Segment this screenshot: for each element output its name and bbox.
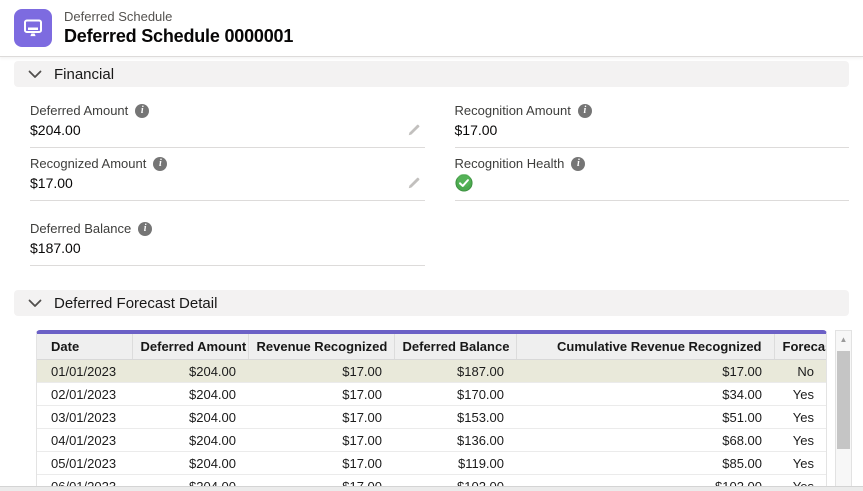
section-title: Financial bbox=[54, 66, 114, 83]
record-page: Deferred Schedule Deferred Schedule 0000… bbox=[0, 0, 863, 491]
chevron-down-icon bbox=[28, 299, 42, 308]
table-cell: $17.00 bbox=[248, 360, 394, 383]
table-cell: 04/01/2023 bbox=[37, 429, 132, 452]
field-value: $187.00 bbox=[30, 238, 81, 258]
field-label-row: Deferred Amount bbox=[30, 102, 425, 119]
deferred-schedule-object-icon bbox=[14, 9, 52, 47]
field-value-row: $187.00 bbox=[30, 237, 425, 259]
table-cell: $51.00 bbox=[516, 406, 774, 429]
table-cell: 03/01/2023 bbox=[37, 406, 132, 429]
info-icon[interactable] bbox=[138, 222, 152, 236]
page-title: Deferred Schedule 0000001 bbox=[64, 25, 293, 47]
section-header-deferred-forecast-detail[interactable]: Deferred Forecast Detail bbox=[14, 290, 849, 316]
field-label: Recognition Health bbox=[455, 155, 565, 172]
column-header[interactable]: Forecast? bbox=[774, 334, 826, 360]
record-header: Deferred Schedule Deferred Schedule 0000… bbox=[0, 0, 863, 57]
edit-pencil-icon[interactable] bbox=[403, 176, 425, 190]
table-cell: Yes bbox=[774, 429, 826, 452]
field-label: Recognition Amount bbox=[455, 102, 571, 119]
table-cell: 05/01/2023 bbox=[37, 452, 132, 475]
info-icon[interactable] bbox=[153, 157, 167, 171]
field-recognition-amount: Recognition Amount $17.00 bbox=[455, 97, 850, 148]
forecast-table-viewport: DateDeferred AmountRevenue RecognizedDef… bbox=[36, 330, 827, 491]
financial-fields: Deferred Amount $204.00 Recognized Amoun… bbox=[0, 87, 863, 268]
table-cell: $17.00 bbox=[248, 452, 394, 475]
table-cell: 02/01/2023 bbox=[37, 383, 132, 406]
field-label-row: Recognition Amount bbox=[455, 102, 850, 119]
field-label-row: Recognition Health bbox=[455, 155, 850, 172]
column-header[interactable]: Cumulative Revenue Recognized bbox=[516, 334, 774, 360]
page-bottom-edge bbox=[0, 486, 863, 491]
chevron-down-icon bbox=[28, 70, 42, 79]
forecast-table: DateDeferred AmountRevenue RecognizedDef… bbox=[37, 334, 826, 491]
field-value-row: $204.00 bbox=[30, 119, 425, 141]
table-cell: $17.00 bbox=[248, 429, 394, 452]
field-label-row: Deferred Balance bbox=[30, 220, 425, 237]
column-header[interactable]: Revenue Recognized bbox=[248, 334, 394, 360]
table-cell: 01/01/2023 bbox=[37, 360, 132, 383]
table-row[interactable]: 02/01/2023$204.00$17.00$170.00$34.00Yes bbox=[37, 383, 826, 406]
section-header-financial[interactable]: Financial bbox=[14, 61, 849, 87]
field-label-row: Recognized Amount bbox=[30, 155, 425, 172]
field-value-row: $17.00 bbox=[455, 119, 850, 141]
table-row[interactable]: 03/01/2023$204.00$17.00$153.00$51.00Yes bbox=[37, 406, 826, 429]
info-icon[interactable] bbox=[571, 157, 585, 171]
fields-right-column: Recognition Amount $17.00 Recognition He… bbox=[455, 97, 850, 268]
info-icon[interactable] bbox=[578, 104, 592, 118]
table-cell: $119.00 bbox=[394, 452, 516, 475]
table-row[interactable]: 04/01/2023$204.00$17.00$136.00$68.00Yes bbox=[37, 429, 826, 452]
table-cell: No bbox=[774, 360, 826, 383]
table-cell: $17.00 bbox=[248, 406, 394, 429]
field-recognition-health: Recognition Health bbox=[455, 150, 850, 201]
field-label: Deferred Amount bbox=[30, 102, 128, 119]
table-cell: Yes bbox=[774, 452, 826, 475]
object-label: Deferred Schedule bbox=[64, 9, 293, 25]
table-cell: $204.00 bbox=[132, 360, 248, 383]
table-cell: $68.00 bbox=[516, 429, 774, 452]
table-cell: Yes bbox=[774, 383, 826, 406]
table-cell: $187.00 bbox=[394, 360, 516, 383]
table-vertical-scrollbar[interactable]: ▲ bbox=[835, 330, 852, 491]
table-cell: Yes bbox=[774, 406, 826, 429]
field-label: Deferred Balance bbox=[30, 220, 131, 237]
table-row[interactable]: 01/01/2023$204.00$17.00$187.00$17.00No bbox=[37, 360, 826, 383]
column-header[interactable]: Deferred Balance bbox=[394, 334, 516, 360]
column-header[interactable]: Date bbox=[37, 334, 132, 360]
field-value-row: $17.00 bbox=[30, 172, 425, 194]
field-value: $204.00 bbox=[30, 120, 81, 140]
field-label: Recognized Amount bbox=[30, 155, 146, 172]
section-title: Deferred Forecast Detail bbox=[54, 295, 217, 312]
table-cell: $204.00 bbox=[132, 406, 248, 429]
table-cell: $204.00 bbox=[132, 452, 248, 475]
table-cell: $17.00 bbox=[248, 383, 394, 406]
edit-pencil-icon[interactable] bbox=[403, 123, 425, 137]
scrollbar-thumb[interactable] bbox=[837, 351, 850, 449]
table-row[interactable]: 05/01/2023$204.00$17.00$119.00$85.00Yes bbox=[37, 452, 826, 475]
table-cell: $17.00 bbox=[516, 360, 774, 383]
table-cell: $204.00 bbox=[132, 383, 248, 406]
field-value-row bbox=[455, 172, 850, 194]
field-value: $17.00 bbox=[30, 173, 73, 193]
table-cell: $204.00 bbox=[132, 429, 248, 452]
header-titles: Deferred Schedule Deferred Schedule 0000… bbox=[64, 9, 293, 47]
info-icon[interactable] bbox=[135, 104, 149, 118]
table-cell: $153.00 bbox=[394, 406, 516, 429]
table-cell: $34.00 bbox=[516, 383, 774, 406]
desktop-icon bbox=[21, 16, 45, 40]
field-recognized-amount: Recognized Amount $17.00 bbox=[30, 150, 425, 201]
table-cell: $85.00 bbox=[516, 452, 774, 475]
success-check-icon bbox=[455, 174, 473, 192]
table-cell: $170.00 bbox=[394, 383, 516, 406]
column-header[interactable]: Deferred Amount bbox=[132, 334, 248, 360]
field-deferred-balance: Deferred Balance $187.00 bbox=[30, 215, 425, 266]
forecast-table-area: DateDeferred AmountRevenue RecognizedDef… bbox=[36, 330, 852, 491]
fields-left-column: Deferred Amount $204.00 Recognized Amoun… bbox=[30, 97, 425, 268]
scrollbar-up-arrow-icon[interactable]: ▲ bbox=[836, 331, 851, 347]
forecast-table-head-row: DateDeferred AmountRevenue RecognizedDef… bbox=[37, 334, 826, 360]
field-deferred-amount: Deferred Amount $204.00 bbox=[30, 97, 425, 148]
table-cell: $136.00 bbox=[394, 429, 516, 452]
forecast-table-body: 01/01/2023$204.00$17.00$187.00$17.00No02… bbox=[37, 360, 826, 491]
field-value: $17.00 bbox=[455, 120, 498, 140]
